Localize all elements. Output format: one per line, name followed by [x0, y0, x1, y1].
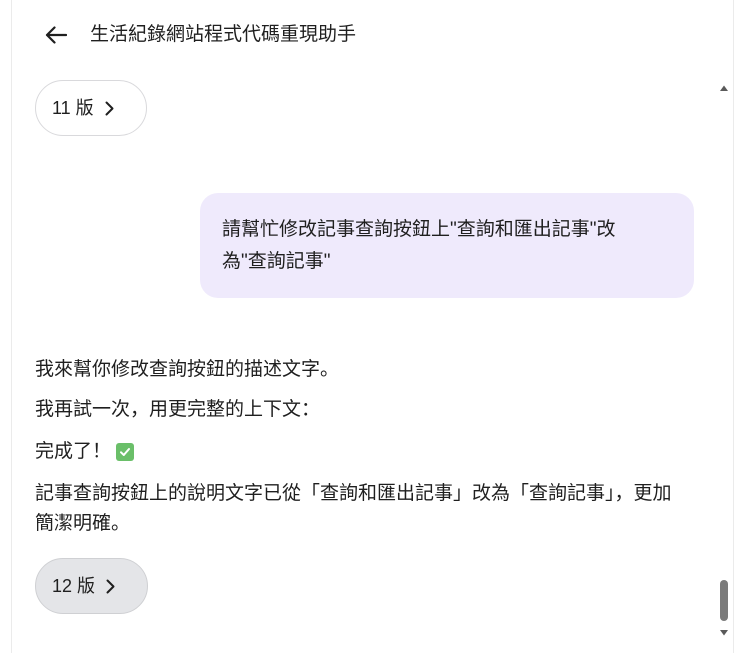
panel-right-border	[733, 0, 734, 653]
back-button[interactable]	[40, 20, 72, 50]
scroll-up-arrow-icon[interactable]	[719, 84, 729, 92]
done-text: 完成了！	[35, 441, 112, 462]
assistant-summary: 記事查詢按鈕上的說明文字已從「查詢和匯出記事」改為「查詢記事」，更加 簡潔明確。	[35, 479, 695, 539]
assistant-done-row: 完成了！	[35, 437, 695, 467]
version-11-button[interactable]: 11 版	[35, 80, 147, 136]
arrow-left-icon	[45, 26, 67, 44]
user-message-line: 請幫忙修改記事查詢按鈕上"查詢和匯出記事"改	[222, 219, 616, 240]
scroll-down-arrow-icon[interactable]	[719, 629, 729, 637]
check-mark-button-icon	[116, 443, 135, 461]
version-label: 11 版	[52, 98, 94, 118]
version-label: 12 版	[52, 576, 96, 596]
user-message-bubble: 請幫忙修改記事查詢按鈕上"查詢和匯出記事"改 為"查詢記事"	[200, 193, 694, 298]
assistant-paragraph: 我再試一次，用更完整的上下文：	[35, 399, 321, 420]
assistant-summary-line: 記事查詢按鈕上的說明文字已從「查詢和匯出記事」改為「查詢記事」，更加	[35, 483, 672, 504]
scrollbar-thumb[interactable]	[720, 580, 728, 621]
chevron-right-icon	[105, 101, 114, 116]
chevron-right-icon	[106, 579, 115, 594]
assistant-paragraph: 我來幫你修改查詢按鈕的描述文字。	[35, 359, 340, 380]
page-title: 生活紀錄網站程式代碼重現助手	[90, 24, 357, 45]
panel-left-border	[11, 0, 12, 653]
assistant-summary-line: 簡潔明確。	[35, 513, 131, 534]
user-message-line: 為"查詢記事"	[222, 251, 331, 272]
version-12-button[interactable]: 12 版	[35, 558, 148, 614]
